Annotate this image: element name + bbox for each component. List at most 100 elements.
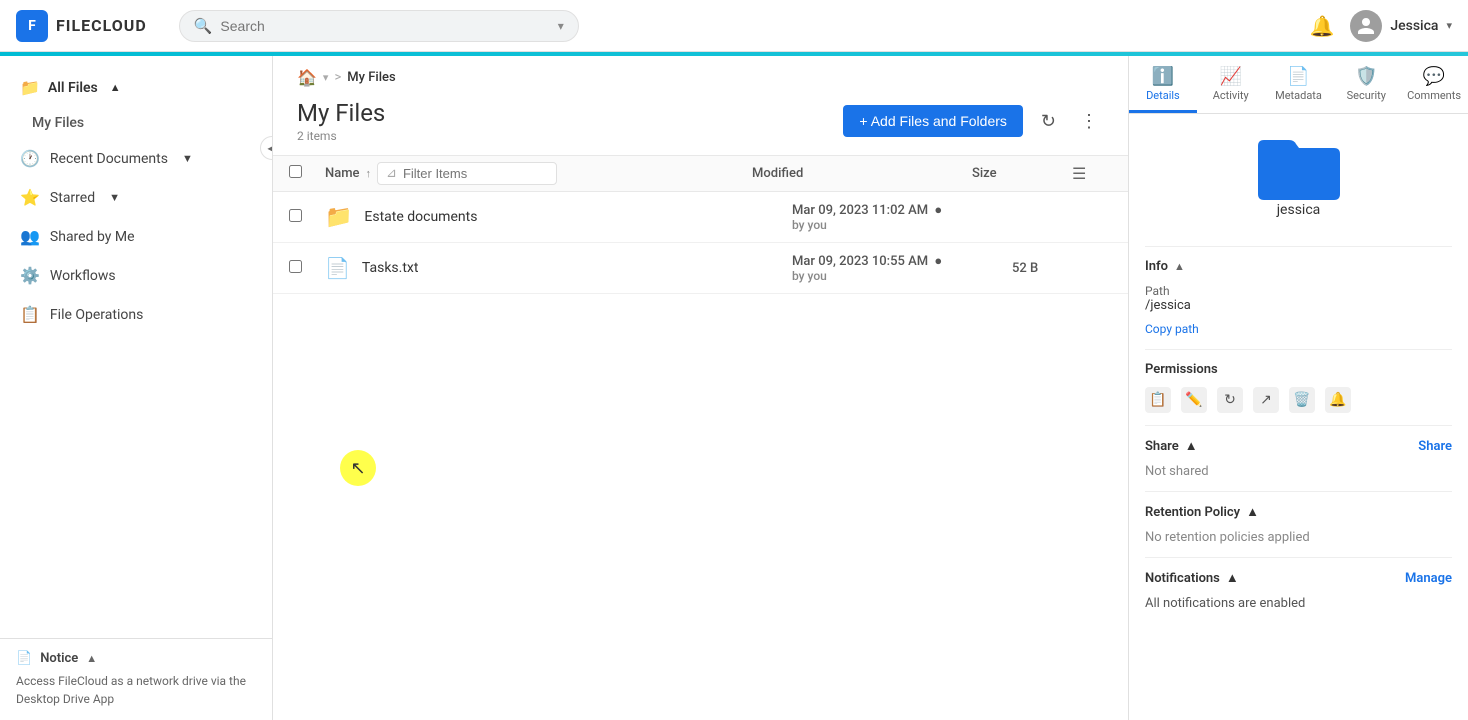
modified-col-label: Modified [752, 166, 803, 181]
search-bar[interactable]: 🔍 ▾ [179, 10, 579, 42]
perm-edit-icon[interactable]: ✏️ [1181, 387, 1207, 413]
notifications-section: Notifications ▲ Manage All notifications… [1145, 557, 1452, 611]
starred-icon: ⭐ [20, 188, 40, 207]
retention-section: Retention Policy ▲ No retention policies… [1145, 491, 1452, 545]
perm-delete-icon[interactable]: 🗑️ [1289, 387, 1315, 413]
notice-text: Access FileCloud as a network drive via … [16, 672, 256, 708]
perm-notify-icon[interactable]: 🔔 [1325, 387, 1351, 413]
user-chevron-icon: ▾ [1446, 19, 1452, 32]
user-avatar [1350, 10, 1382, 42]
search-icon: 🔍 [194, 17, 213, 35]
file-name: Tasks.txt [362, 260, 419, 276]
tab-metadata[interactable]: 📄 Metadata [1265, 56, 1333, 113]
sidebar-item-starred[interactable]: ⭐ Starred ▼ [0, 178, 272, 217]
starred-chevron: ▼ [109, 191, 120, 204]
app-logo[interactable]: F FILECLOUD [16, 10, 147, 42]
view-toggle-button[interactable]: ☰ [1072, 164, 1086, 183]
txt-file-icon: 📄 [325, 256, 350, 280]
file-ops-icon: 📋 [20, 305, 40, 324]
search-dropdown-icon[interactable]: ▾ [558, 19, 564, 33]
logo-icon: F [16, 10, 48, 42]
retention-collapse-icon: ▲ [1246, 504, 1259, 520]
sidebar-item-recent-documents[interactable]: 🕐 Recent Documents ▼ [0, 139, 272, 178]
security-tab-icon: 🛡️ [1355, 66, 1377, 87]
folder-preview: jessica [1145, 130, 1452, 234]
check-all-col [289, 165, 325, 182]
sidebar-item-all-files[interactable]: 📁 All Files ▲ [0, 68, 272, 107]
modified-date: Mar 09, 2023 10:55 AM ● [792, 253, 1012, 269]
info-collapse-icon[interactable]: ▲ [1174, 260, 1185, 273]
info-title-label: Info [1145, 259, 1168, 274]
notice-header: 📄 Notice ▲ [16, 651, 256, 666]
file-checkbox[interactable] [289, 260, 302, 273]
user-name: Jessica [1390, 18, 1438, 34]
perm-copy-icon[interactable]: 📋 [1145, 387, 1171, 413]
filter-input-container[interactable]: ⊿ [377, 162, 557, 185]
permissions-section-title: Permissions [1145, 349, 1452, 377]
size-col-label: Size [972, 166, 997, 181]
share-link[interactable]: Share [1418, 439, 1452, 454]
content-area: 🏠 ▾ > My Files My Files 2 items + Add Fi… [273, 56, 1128, 720]
notice-chevron: ▲ [86, 652, 97, 665]
breadcrumb-dropdown-icon[interactable]: ▾ [323, 71, 329, 84]
share-collapse-icon: ▲ [1185, 438, 1198, 454]
tab-activity[interactable]: 📈 Activity [1197, 56, 1265, 113]
sidebar-item-workflows[interactable]: ⚙️ Workflows [0, 256, 272, 295]
file-size-col: 52 B [1012, 261, 1112, 276]
header-actions: + Add Files and Folders ↻ ⋮ [843, 105, 1104, 138]
modified-col-header: Modified [752, 166, 972, 181]
breadcrumb-home-icon[interactable]: 🏠 [297, 68, 317, 87]
my-files-label: My Files [32, 115, 84, 131]
right-panel-body: jessica Info ▲ Path /jessica Copy path P… [1129, 114, 1468, 720]
permissions-title-label: Permissions [1145, 362, 1218, 377]
not-shared-status: Not shared [1145, 464, 1452, 479]
perm-share-icon[interactable]: ↗ [1253, 387, 1279, 413]
modified-by: by you [792, 218, 1012, 232]
file-list-header: Name ↑ ⊿ Modified Size ☰ [273, 155, 1128, 192]
notification-bell[interactable]: 🔔 [1309, 14, 1334, 38]
metadata-tab-icon: 📄 [1287, 66, 1309, 87]
select-all-checkbox[interactable] [289, 165, 302, 178]
filter-input[interactable] [403, 166, 548, 181]
tab-security[interactable]: 🛡️ Security [1332, 56, 1400, 113]
manage-notifications-link[interactable]: Manage [1405, 571, 1452, 586]
modified-dot: ● [934, 203, 942, 218]
title-area: My Files 2 items [297, 99, 385, 143]
sidebar: ◀ 📁 All Files ▲ My Files 🕐 Recent Docume… [0, 56, 273, 720]
name-col-label: Name [325, 166, 360, 181]
sidebar-item-my-files[interactable]: My Files [0, 107, 272, 139]
modified-by: by you [792, 269, 1012, 283]
sidebar-item-file-operations[interactable]: 📋 File Operations [0, 295, 272, 334]
breadcrumb-current: My Files [347, 70, 395, 85]
size-col-header: Size [972, 166, 1072, 181]
name-sort-icon[interactable]: ↑ [366, 167, 372, 180]
recent-docs-chevron: ▼ [182, 152, 193, 165]
refresh-button[interactable]: ↻ [1035, 105, 1062, 138]
file-checkbox[interactable] [289, 209, 302, 222]
details-tab-label: Details [1146, 89, 1180, 102]
folder-display-name: jessica [1277, 202, 1321, 218]
comments-tab-label: Comments [1407, 89, 1461, 102]
copy-path-link[interactable]: Copy path [1145, 322, 1199, 336]
folder-big-icon [1254, 130, 1344, 202]
comments-tab-icon: 💬 [1423, 66, 1445, 87]
logo-text: FILECLOUD [56, 16, 147, 35]
security-tab-label: Security [1347, 89, 1386, 102]
right-panel: ℹ️ Details 📈 Activity 📄 Metadata 🛡️ Secu… [1128, 56, 1468, 720]
tab-comments[interactable]: 💬 Comments [1400, 56, 1468, 113]
table-row[interactable]: 📁 Estate documents Mar 09, 2023 11:02 AM… [273, 192, 1128, 243]
activity-tab-icon: 📈 [1219, 66, 1241, 87]
search-input[interactable] [220, 18, 549, 34]
name-col-header[interactable]: Name ↑ ⊿ [325, 162, 752, 185]
more-options-button[interactable]: ⋮ [1074, 105, 1104, 138]
sidebar-item-shared-by-me[interactable]: 👥 Shared by Me [0, 217, 272, 256]
user-menu[interactable]: Jessica ▾ [1350, 10, 1452, 42]
notifications-section-title: Notifications ▲ Manage [1145, 557, 1452, 586]
add-files-button[interactable]: + Add Files and Folders [843, 105, 1022, 137]
all-files-chevron: ▲ [110, 81, 121, 94]
share-section: Share ▲ Share Not shared [1145, 425, 1452, 479]
notice-icon: 📄 [16, 651, 32, 666]
tab-details[interactable]: ℹ️ Details [1129, 56, 1197, 113]
perm-sync-icon[interactable]: ↻ [1217, 387, 1243, 413]
table-row[interactable]: 📄 Tasks.txt Mar 09, 2023 10:55 AM ● by y… [273, 243, 1128, 294]
